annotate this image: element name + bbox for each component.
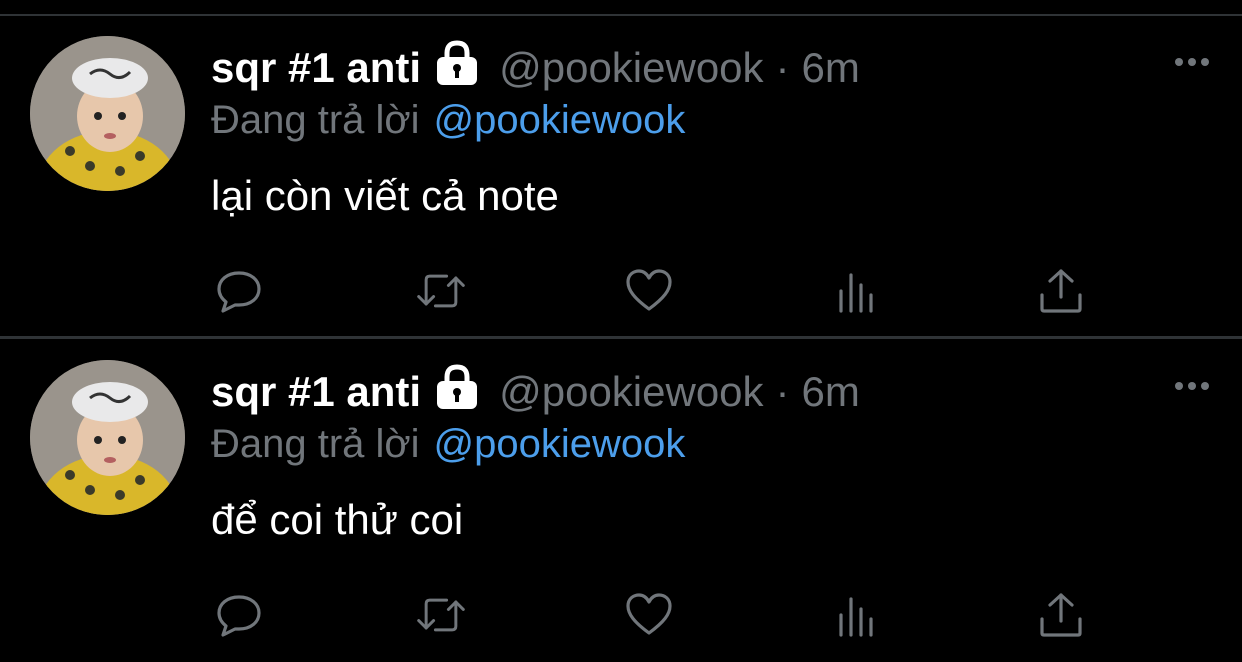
tweet-header: sqr #1 anti @pookiewook · 6m xyxy=(211,39,860,97)
reply-icon xyxy=(217,595,261,637)
retweet-button[interactable] xyxy=(415,266,467,316)
tweet-header: sqr #1 anti @pookiewook · 6m xyxy=(211,363,860,421)
reply-icon xyxy=(217,271,261,313)
retweet-button[interactable] xyxy=(415,590,467,640)
lock-icon xyxy=(433,39,481,97)
like-icon xyxy=(626,269,672,311)
reply-context: Đang trả lời @pookiewook xyxy=(211,98,685,143)
retweet-icon xyxy=(417,598,465,632)
reply-prefix: Đang trả lời xyxy=(211,422,420,466)
reply-prefix: Đang trả lời xyxy=(211,98,420,142)
views-button[interactable] xyxy=(831,266,883,316)
avatar-image xyxy=(30,360,185,515)
display-name[interactable]: sqr #1 anti xyxy=(211,368,421,416)
like-button[interactable] xyxy=(623,590,675,640)
user-handle[interactable]: @pookiewook xyxy=(499,368,763,416)
share-icon xyxy=(1040,269,1082,313)
action-bar xyxy=(211,266,1111,316)
reply-target-link[interactable]: @pookiewook xyxy=(434,422,686,466)
separator-dot: · xyxy=(775,44,790,91)
avatar[interactable] xyxy=(30,360,185,515)
reply-target-link[interactable]: @pookiewook xyxy=(434,98,686,142)
tweet[interactable]: sqr #1 anti @pookiewook · 6m Đang trả lờ… xyxy=(0,340,1242,662)
avatar-image xyxy=(30,36,185,191)
more-options-icon[interactable] xyxy=(1172,376,1212,396)
tweet-text: lại còn viết cả note xyxy=(211,172,559,219)
reply-button[interactable] xyxy=(213,266,265,316)
tweet-divider xyxy=(0,336,1242,339)
timestamp[interactable]: 6m xyxy=(802,44,860,92)
views-icon xyxy=(839,597,873,637)
action-bar xyxy=(211,590,1111,640)
timestamp[interactable]: 6m xyxy=(802,368,860,416)
views-icon xyxy=(839,273,873,313)
retweet-icon xyxy=(417,274,465,308)
share-button[interactable] xyxy=(1035,266,1087,316)
avatar[interactable] xyxy=(30,36,185,191)
like-button[interactable] xyxy=(623,266,675,316)
separator-dot: · xyxy=(775,368,790,415)
reply-context: Đang trả lời @pookiewook xyxy=(211,422,685,467)
views-button[interactable] xyxy=(831,590,883,640)
like-icon xyxy=(626,593,672,635)
reply-button[interactable] xyxy=(213,590,265,640)
share-icon xyxy=(1040,593,1082,637)
display-name[interactable]: sqr #1 anti xyxy=(211,44,421,92)
lock-icon xyxy=(433,363,481,421)
tweet[interactable]: sqr #1 anti @pookiewook · 6m Đang trả lờ… xyxy=(0,16,1242,338)
more-options-icon[interactable] xyxy=(1172,52,1212,72)
share-button[interactable] xyxy=(1035,590,1087,640)
tweet-text: để coi thử coi xyxy=(211,496,464,543)
user-handle[interactable]: @pookiewook xyxy=(499,44,763,92)
